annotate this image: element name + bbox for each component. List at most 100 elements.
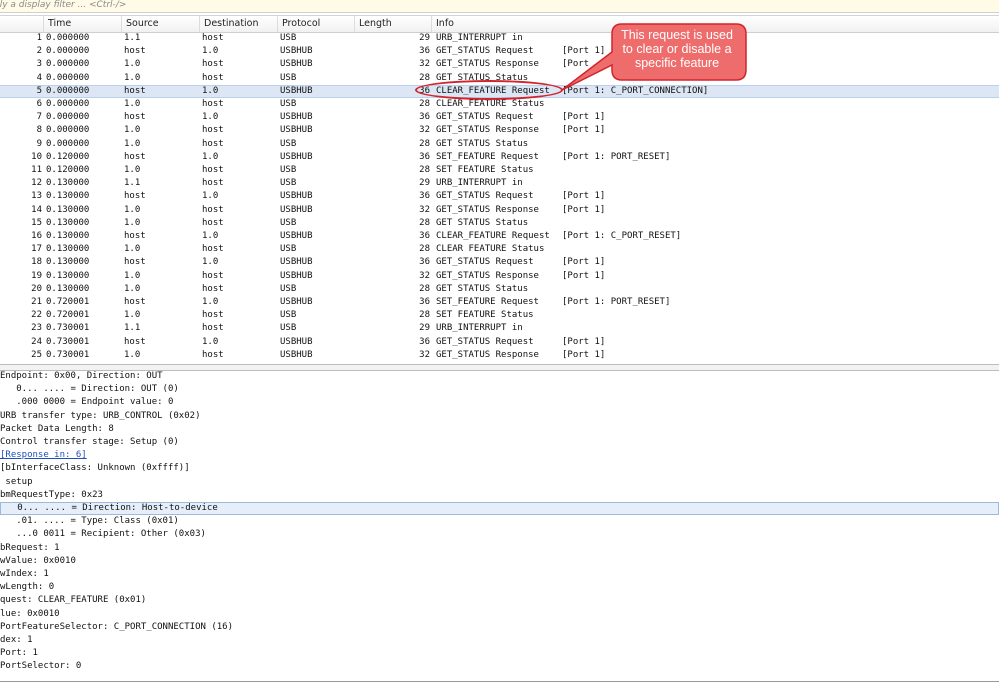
detail-line[interactable]: Endpoint: 0x00, Direction: OUT	[0, 370, 999, 383]
packet-row[interactable]: 23 0.730001 1.1 host USB 29 URB_INTERRUPT in	[0, 322, 999, 335]
packet-row[interactable]: 22 0.720001 1.0 host USB 28 SET FEATURE Status	[0, 309, 999, 322]
detail-line-text: 0... .... = Direction: Host-to-device	[1, 503, 218, 513]
packet-row[interactable]: 21 0.720001 host 1.0 USBHUB 36 SET_FEATURE Req…	[0, 296, 999, 309]
packet-destination: 1.0	[202, 257, 219, 268]
packet-length: 28	[419, 217, 430, 228]
packet-number: 16	[31, 231, 42, 241]
packet-destination: host	[202, 283, 224, 294]
detail-line[interactable]: wLength: 0	[0, 581, 999, 594]
detail-line[interactable]: dex: 1	[0, 634, 999, 647]
detail-line[interactable]: 0... .... = Direction: OUT (0)	[0, 383, 999, 396]
pane-divider	[0, 681, 999, 682]
detail-line[interactable]: PortSelector: 0	[0, 660, 999, 673]
callout-text: This request is used to clear or disable…	[612, 28, 742, 70]
detail-line[interactable]: wIndex: 1	[0, 568, 999, 581]
packet-time: 0.130000	[46, 244, 90, 255]
detail-line[interactable]: .01. .... = Type: Class (0x01)	[0, 515, 999, 528]
packet-row[interactable]: 8 0.000000 1.0 host USBHUB 32 GET_STATUS Respo…	[0, 124, 999, 137]
packet-number: 7	[36, 112, 42, 123]
column-header-source[interactable]: Source	[122, 16, 200, 32]
packet-row[interactable]: 9 0.000000 1.0 host USB 28 GET STATUS Status	[0, 138, 999, 151]
packet-row[interactable]: 10 0.120000 host 1.0 USBHUB 36 SET_FEATURE Req…	[0, 151, 999, 164]
packet-row[interactable]: 7 0.000000 host 1.0 USBHUB 36 GET_STATUS Reque…	[0, 111, 999, 124]
packet-info: GET_STATUS Request	[436, 336, 534, 347]
packet-info: GET_STATUS Response	[436, 270, 539, 281]
packet-port: [Port	[562, 59, 590, 70]
display-filter-bar[interactable]	[0, 0, 999, 13]
packet-source: 1.0	[124, 125, 141, 136]
detail-line[interactable]: PortFeatureSelector: C_PORT_CONNECTION (…	[0, 621, 999, 634]
packet-destination: 1.0	[202, 112, 219, 123]
packet-time: 0.130000	[46, 270, 90, 281]
packet-source: 1.0	[124, 99, 141, 109]
detail-line[interactable]: quest: CLEAR_FEATURE (0x01)	[0, 594, 999, 607]
column-header-length[interactable]: Length	[355, 16, 432, 32]
display-filter-input[interactable]	[0, 0, 989, 12]
packet-row[interactable]: 3 0.000000 1.0 host USBHUB 32 GET_STATUS Respo…	[0, 58, 999, 71]
column-header-time[interactable]: Time	[44, 16, 122, 32]
column-header-protocol[interactable]: Protocol	[278, 16, 355, 32]
packet-number: 18	[31, 257, 42, 268]
packet-number: 6	[36, 99, 42, 109]
packet-destination: host	[202, 270, 224, 281]
packet-row[interactable]: 16 0.130000 host 1.0 USBHUB 36 CLEAR_FEATURE R…	[0, 230, 999, 243]
packet-length: 32	[419, 59, 430, 70]
detail-line[interactable]: Control transfer stage: Setup (0)	[0, 436, 999, 449]
packet-row[interactable]: 25 0.730001 1.0 host USBHUB 32 GET_STATUS Resp…	[0, 349, 999, 362]
packet-port: [Port 1]	[562, 112, 606, 123]
packet-details-pane[interactable]: Endpoint: 0x00, Direction: OUT 0... ....…	[0, 370, 999, 683]
packet-row[interactable]: 2 0.000000 host 1.0 USBHUB 36 GET_STATUS Reque…	[0, 45, 999, 58]
packet-info: SET_FEATURE Request	[436, 151, 539, 162]
packet-row[interactable]: 14 0.130000 1.0 host USBHUB 32 GET_STATUS Resp…	[0, 204, 999, 217]
packet-protocol: USBHUB	[280, 349, 313, 360]
packet-row[interactable]: 11 0.120000 1.0 host USB 28 SET FEATURE Status	[0, 164, 999, 177]
response-in-link[interactable]: [Response in: 6]	[0, 449, 999, 462]
packet-info: GET_STATUS Response	[436, 59, 539, 70]
detail-line[interactable]: URB transfer type: URB_CONTROL (0x02)	[0, 410, 999, 423]
packet-length: 28	[419, 283, 430, 294]
packet-info: GET STATUS Status	[436, 138, 529, 149]
detail-line-text: Port: 1	[0, 648, 38, 659]
packet-number: 24	[31, 336, 42, 347]
detail-line[interactable]: bmRequestType: 0x23	[0, 489, 999, 502]
packet-number: 22	[31, 310, 42, 321]
packet-row[interactable]: 15 0.130000 1.0 host USB 28 GET STATUS Status	[0, 217, 999, 230]
packet-port: [Port 1]	[562, 191, 606, 202]
detail-line-text: wIndex: 1	[0, 569, 49, 579]
packet-length: 32	[419, 270, 430, 281]
packet-info: GET_STATUS Request	[436, 257, 534, 268]
packet-destination: host	[202, 33, 224, 43]
packet-info: GET_STATUS Request	[436, 112, 534, 123]
packet-row[interactable]: 18 0.130000 host 1.0 USBHUB 36 GET_STATUS Requ…	[0, 256, 999, 269]
detail-line[interactable]: ...0 0011 = Recipient: Other (0x03)	[0, 528, 999, 541]
packet-row[interactable]: 12 0.130000 1.1 host USB 29 URB_INTERRUPT in	[0, 177, 999, 190]
packet-protocol: USB	[280, 138, 297, 149]
packet-row[interactable]: 13 0.130000 host 1.0 USBHUB 36 GET_STATUS Requ…	[0, 190, 999, 203]
packet-row[interactable]: 20 0.130000 1.0 host USB 28 GET STATUS Status	[0, 283, 999, 296]
packet-source: 1.0	[124, 138, 141, 149]
packet-source: host	[124, 297, 146, 307]
packet-info: SET_FEATURE Request	[436, 297, 539, 307]
detail-line[interactable]: Packet Data Length: 8	[0, 423, 999, 436]
packet-row[interactable]: 6 0.000000 1.0 host USB 28 CLEAR_FEATURE Statu…	[0, 98, 999, 111]
packet-port: [Port 1]	[562, 46, 606, 57]
column-header-destination[interactable]: Destination	[200, 16, 278, 32]
detail-line[interactable]: .000 0000 = Endpoint value: 0	[0, 396, 999, 409]
packet-number: 12	[31, 178, 42, 189]
packet-row[interactable]: 24 0.730001 host 1.0 USBHUB 36 GET_STATUS Requ…	[0, 336, 999, 349]
detail-line[interactable]: 0... .... = Direction: Host-to-device	[0, 502, 999, 516]
packet-row[interactable]: 17 0.130000 1.0 host USB 28 CLEAR FEATURE Stat…	[0, 243, 999, 256]
detail-line[interactable]: wValue: 0x0010	[0, 555, 999, 568]
detail-line[interactable]: lue: 0x0010	[0, 608, 999, 621]
packet-protocol: USBHUB	[280, 204, 313, 215]
column-header-no[interactable]	[0, 16, 44, 32]
packet-time: 0.730001	[46, 323, 90, 334]
detail-line[interactable]: [bInterfaceClass: Unknown (0xffff)]	[0, 462, 999, 475]
packet-row[interactable]: 1 0.000000 1.1 host USB 29 URB_INTERRUPT in	[0, 32, 999, 45]
packet-source: 1.1	[124, 323, 141, 334]
detail-line[interactable]: setup	[0, 476, 999, 489]
detail-line[interactable]: bRequest: 1	[0, 542, 999, 555]
detail-line[interactable]: Port: 1	[0, 647, 999, 660]
packet-row[interactable]: 19 0.130000 1.0 host USBHUB 32 GET_STATUS Resp…	[0, 270, 999, 283]
packet-time: 0.000000	[46, 112, 90, 123]
